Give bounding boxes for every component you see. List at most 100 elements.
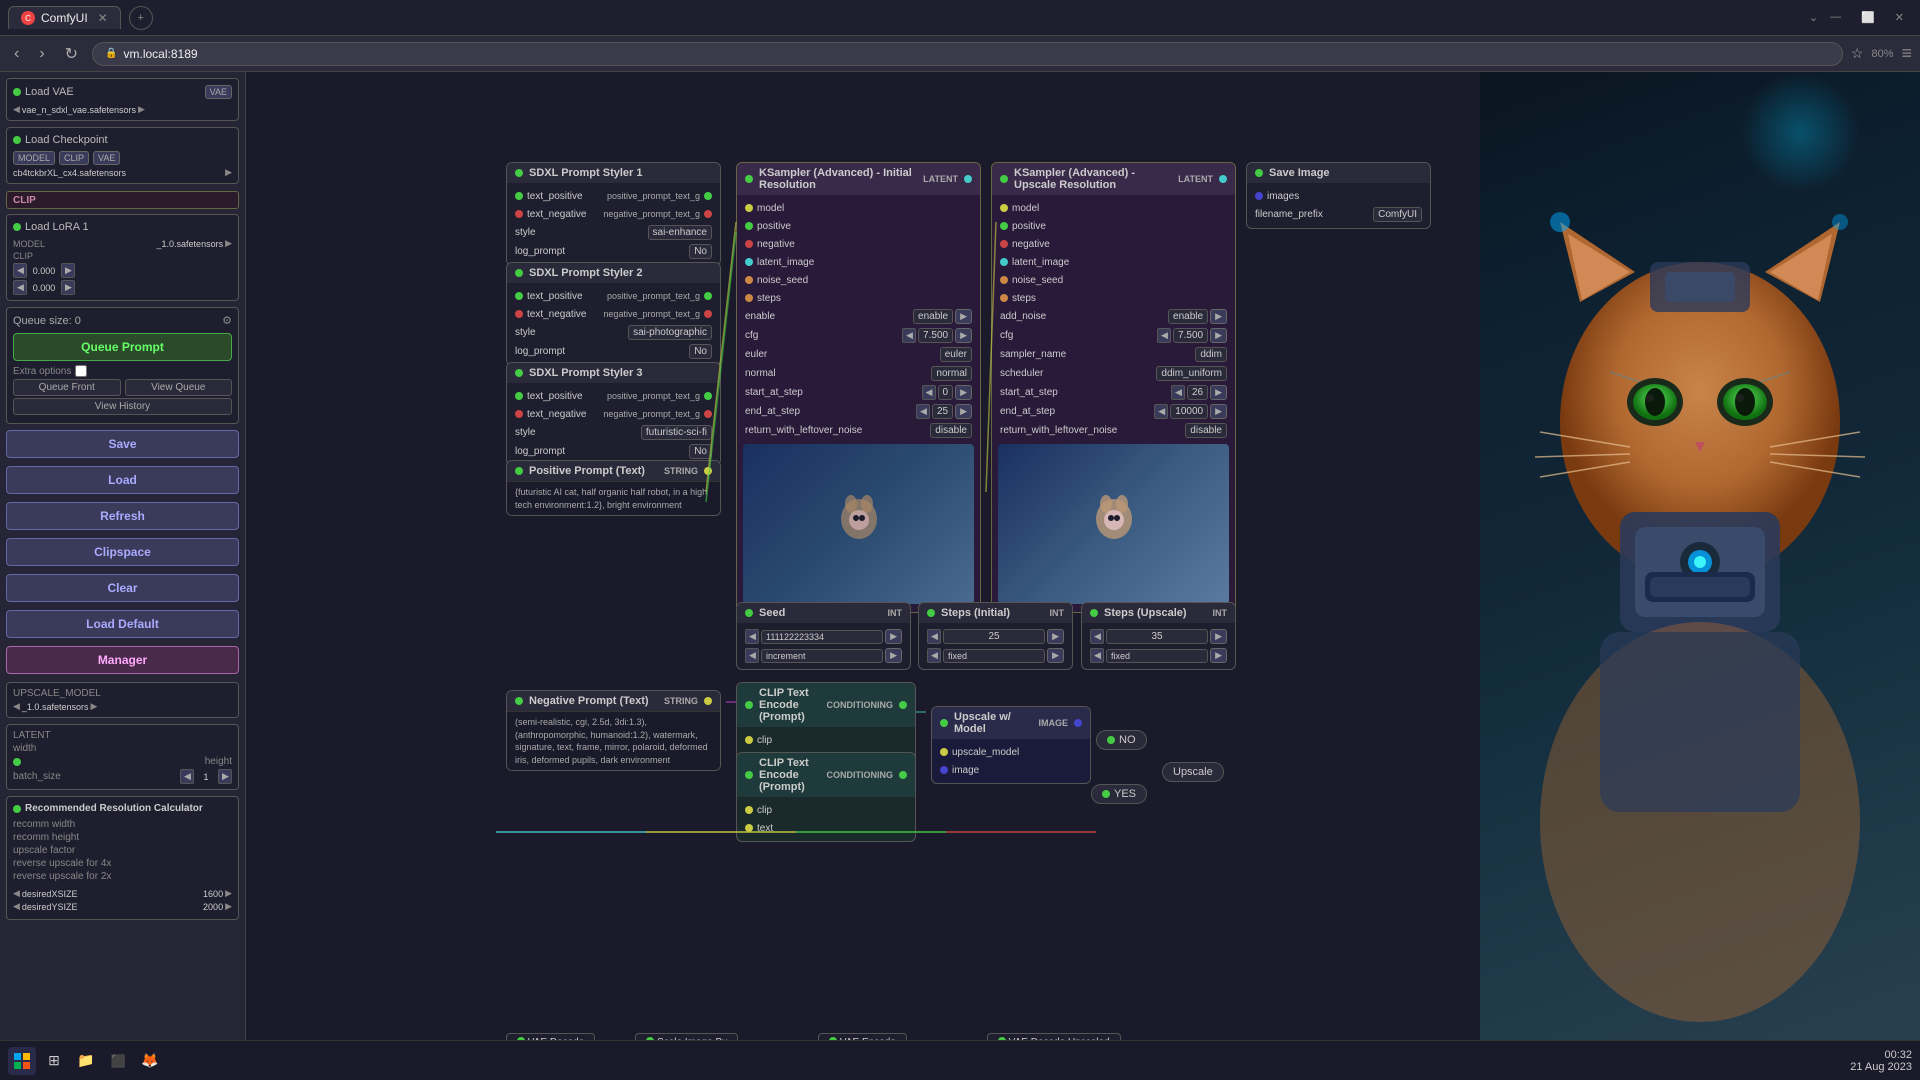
sdxl1-style-value[interactable]: sai-enhance bbox=[648, 225, 712, 240]
vae-next-btn[interactable]: ▶ bbox=[138, 104, 145, 115]
steps2-inc[interactable]: ▶ bbox=[1210, 629, 1227, 644]
active-tab[interactable]: C ComfyUI ✕ bbox=[8, 6, 121, 29]
lora-val1-dec[interactable]: ◀ bbox=[13, 263, 27, 278]
lora-val2-dec[interactable]: ◀ bbox=[13, 280, 27, 295]
save-button[interactable]: Save bbox=[6, 430, 239, 458]
taskbar-browser[interactable]: 🦊 bbox=[136, 1047, 164, 1075]
close-button[interactable]: ✕ bbox=[1887, 9, 1912, 26]
k2-sampler-value[interactable]: ddim bbox=[1195, 347, 1227, 362]
desiredx-next[interactable]: ▶ bbox=[225, 888, 232, 899]
steps1-ctrl-inc[interactable]: ▶ bbox=[1047, 648, 1064, 663]
steps2-control: fixed bbox=[1106, 649, 1208, 663]
tab-menu[interactable]: ⌄ bbox=[1809, 11, 1818, 24]
k2-end-inc[interactable]: ▶ bbox=[1210, 404, 1227, 419]
zoom-level[interactable]: 80% bbox=[1871, 48, 1893, 60]
new-tab-button[interactable]: + bbox=[129, 6, 153, 30]
desiredy-prev[interactable]: ◀ bbox=[13, 901, 20, 912]
k1-start-dec[interactable]: ◀ bbox=[922, 385, 936, 400]
batch-dec[interactable]: ◀ bbox=[180, 769, 194, 784]
upscale-factor-row: upscale factor bbox=[13, 844, 232, 857]
queue-prompt-button[interactable]: Queue Prompt bbox=[13, 333, 232, 361]
sdxl2-log-value[interactable]: No bbox=[689, 344, 712, 359]
load-button[interactable]: Load bbox=[6, 466, 239, 494]
lora-val1-inc[interactable]: ▶ bbox=[61, 263, 75, 278]
maximize-button[interactable]: ⬜ bbox=[1853, 9, 1883, 26]
steps2-ctrl-inc[interactable]: ▶ bbox=[1210, 648, 1227, 663]
lora-val2-inc[interactable]: ▶ bbox=[61, 280, 75, 295]
upscale-label-btn[interactable]: Upscale bbox=[1162, 762, 1224, 782]
sdxl1-log-value[interactable]: No bbox=[689, 244, 712, 259]
sdxl3-log-value[interactable]: No bbox=[689, 444, 712, 459]
lora-next[interactable]: ▶ bbox=[225, 238, 232, 249]
k1-addnoise-value[interactable]: enable bbox=[913, 309, 953, 324]
taskbar-time-display: 00:32 21 Aug 2023 bbox=[1850, 1049, 1912, 1073]
bookmark-icon[interactable]: ☆ bbox=[1851, 45, 1864, 62]
steps1-inc[interactable]: ▶ bbox=[1047, 629, 1064, 644]
seed-dec[interactable]: ◀ bbox=[745, 629, 759, 644]
k2-end-dec[interactable]: ◀ bbox=[1154, 404, 1168, 419]
vae-prev-btn[interactable]: ◀ bbox=[13, 104, 20, 115]
steps1-ctrl-dec[interactable]: ◀ bbox=[927, 648, 941, 663]
k2-start-inc[interactable]: ▶ bbox=[1210, 385, 1227, 400]
k1-return-value[interactable]: disable bbox=[930, 423, 972, 438]
seed-ctrl-dec[interactable]: ◀ bbox=[745, 648, 759, 663]
taskbar-terminal[interactable]: ⬛ bbox=[104, 1047, 132, 1075]
batch-inc[interactable]: ▶ bbox=[218, 769, 232, 784]
reload-button[interactable]: ↻ bbox=[59, 42, 84, 66]
back-button[interactable]: ‹ bbox=[8, 43, 25, 65]
address-bar[interactable]: 🔒 vm.local:8189 bbox=[92, 42, 1843, 66]
tab-close[interactable]: ✕ bbox=[98, 11, 108, 25]
sdxl-prompt-1-title: SDXL Prompt Styler 1 bbox=[529, 167, 643, 179]
k2-addnoise-value[interactable]: enable bbox=[1168, 309, 1208, 324]
refresh-button[interactable]: Refresh bbox=[6, 502, 239, 530]
upscale-next[interactable]: ▶ bbox=[90, 701, 97, 712]
seed-ctrl-inc[interactable]: ▶ bbox=[885, 648, 902, 663]
upscale-prev[interactable]: ◀ bbox=[13, 701, 20, 712]
k2-return-row: return_with_leftover_noise disable bbox=[992, 421, 1235, 440]
k2-cfg-dec[interactable]: ◀ bbox=[1157, 328, 1171, 343]
checkpoint-next[interactable]: ▶ bbox=[225, 167, 232, 178]
start-button[interactable] bbox=[8, 1047, 36, 1075]
k1-cfg-inc[interactable]: ▶ bbox=[955, 328, 972, 343]
gear-icon[interactable]: ⚙ bbox=[222, 314, 232, 327]
k1-addnoise-toggle[interactable]: ▶ bbox=[955, 309, 972, 324]
k2-start-dec[interactable]: ◀ bbox=[1171, 385, 1185, 400]
k2-return-value[interactable]: disable bbox=[1185, 423, 1227, 438]
view-queue-button[interactable]: View Queue bbox=[125, 379, 233, 396]
k2-addnoise-toggle[interactable]: ▶ bbox=[1210, 309, 1227, 324]
k1-scheduler-value[interactable]: normal bbox=[931, 366, 972, 381]
sdxl2-style-value[interactable]: sai-photographic bbox=[628, 325, 712, 340]
load-default-button[interactable]: Load Default bbox=[6, 610, 239, 638]
save-prefix-value[interactable]: ComfyUI bbox=[1373, 207, 1422, 222]
desiredx-prev[interactable]: ◀ bbox=[13, 888, 20, 899]
view-history-button[interactable]: View History bbox=[13, 398, 232, 415]
yes-button[interactable]: YES bbox=[1091, 784, 1147, 804]
no-button[interactable]: NO bbox=[1096, 730, 1147, 750]
steps1-dec[interactable]: ◀ bbox=[927, 629, 941, 644]
browser-menu[interactable]: ≡ bbox=[1901, 43, 1912, 64]
k1-sampler-value[interactable]: euler bbox=[940, 347, 972, 362]
k1-end-inc[interactable]: ▶ bbox=[955, 404, 972, 419]
k1-start-inc[interactable]: ▶ bbox=[955, 385, 972, 400]
k2-cfg-inc[interactable]: ▶ bbox=[1210, 328, 1227, 343]
desiredy-next[interactable]: ▶ bbox=[225, 901, 232, 912]
k1-end-dec[interactable]: ◀ bbox=[916, 404, 930, 419]
seed-inc[interactable]: ▶ bbox=[885, 629, 902, 644]
sdxl1-pos-out-port bbox=[704, 192, 712, 200]
taskbar-file-explorer[interactable]: 📁 bbox=[72, 1047, 100, 1075]
clipspace-button[interactable]: Clipspace bbox=[6, 538, 239, 566]
clear-button[interactable]: Clear bbox=[6, 574, 239, 602]
k1-cfg-dec[interactable]: ◀ bbox=[902, 328, 916, 343]
sdxl3-style-value[interactable]: futuristic-sci-fi bbox=[641, 425, 712, 440]
queue-front-button[interactable]: Queue Front bbox=[13, 379, 121, 396]
steps2-dec[interactable]: ◀ bbox=[1090, 629, 1104, 644]
clip2-output: CONDITIONING bbox=[827, 770, 894, 780]
res-calc-title: Recommended Resolution Calculator bbox=[25, 803, 203, 814]
forward-button[interactable]: › bbox=[33, 43, 50, 65]
steps2-ctrl-dec[interactable]: ◀ bbox=[1090, 648, 1104, 663]
k2-scheduler-value[interactable]: ddim_uniform bbox=[1156, 366, 1227, 381]
taskbar-search[interactable]: ⊞ bbox=[40, 1047, 68, 1075]
manager-button[interactable]: Manager bbox=[6, 646, 239, 674]
extra-options-checkbox[interactable] bbox=[75, 365, 87, 377]
minimize-button[interactable]: — bbox=[1822, 9, 1849, 26]
